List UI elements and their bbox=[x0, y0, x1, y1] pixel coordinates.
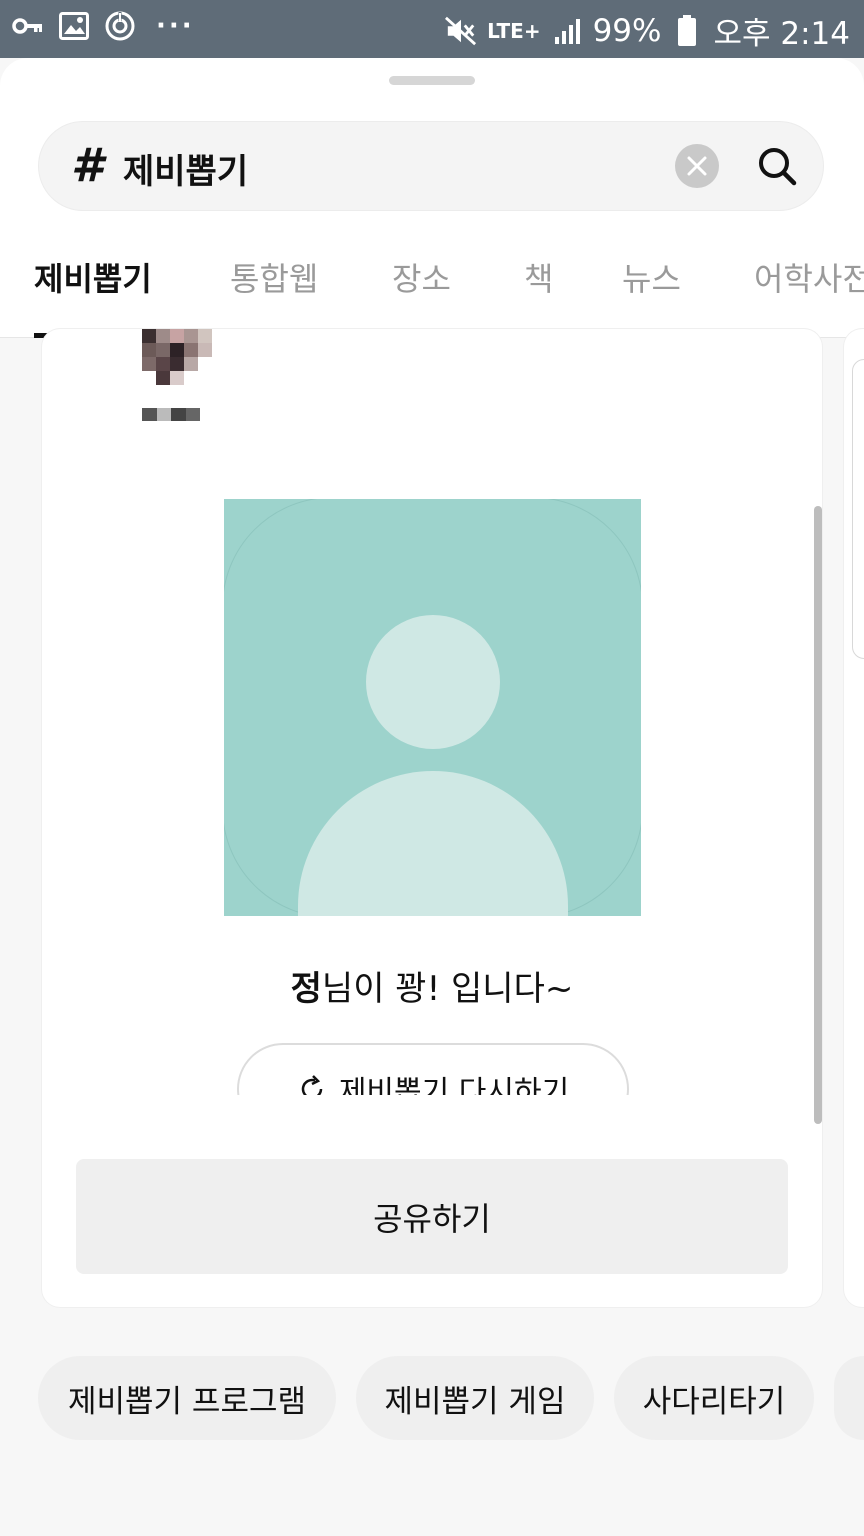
refresh-icon bbox=[301, 1075, 323, 1095]
sync-icon bbox=[104, 10, 136, 42]
drag-handle[interactable] bbox=[389, 76, 475, 85]
hashtag-icon: # bbox=[71, 138, 104, 192]
result-message: 정님이 꽝! 입니다~ bbox=[42, 961, 822, 1010]
tab-books[interactable]: 책 bbox=[524, 248, 553, 338]
result-name: 정 bbox=[290, 969, 322, 1009]
clock: 오후 2:14 bbox=[713, 16, 850, 52]
search-input[interactable]: 제비뽑기 bbox=[123, 144, 248, 193]
next-card-content bbox=[852, 359, 864, 659]
status-bar-left: ··· bbox=[12, 10, 195, 42]
mute-icon bbox=[445, 15, 477, 47]
search-button[interactable] bbox=[753, 142, 801, 190]
tab-dictionary[interactable]: 어학사전 bbox=[754, 248, 864, 338]
key-icon bbox=[12, 10, 44, 42]
result-suffix: 님이 꽝! 입니다~ bbox=[321, 969, 574, 1009]
person-head-icon bbox=[366, 615, 500, 749]
more-notifications-icon: ··· bbox=[156, 11, 195, 41]
related-searches: 제비뽑기 프로그램 제비뽑기 게임 사다리타기 bbox=[0, 1356, 864, 1440]
chip-next-peek[interactable] bbox=[834, 1356, 864, 1440]
share-label: 공유하기 bbox=[373, 1199, 491, 1238]
status-bar: ··· LTE+ 99% 오후 2:14 bbox=[0, 0, 864, 58]
chip-ladder-game[interactable]: 사다리타기 bbox=[614, 1356, 814, 1440]
tab-web[interactable]: 통합웹 bbox=[230, 248, 318, 338]
card-scrollbar[interactable] bbox=[814, 506, 822, 1124]
network-type: LTE+ bbox=[487, 18, 541, 43]
search-tabs: 제비뽑기 통합웹 장소 책 뉴스 어학사전 bbox=[0, 248, 864, 338]
result-area: 꽝! 정님이 꽝! 입니다~ 제비뽑기 다시하기 bbox=[42, 499, 822, 1095]
close-icon bbox=[687, 156, 707, 176]
search-icon bbox=[759, 148, 797, 186]
chip-lottery-program[interactable]: 제비뽑기 프로그램 bbox=[38, 1356, 336, 1440]
tab-lottery[interactable]: 제비뽑기 bbox=[34, 248, 162, 338]
status-bar-right: LTE+ 99% 오후 2:14 bbox=[445, 8, 850, 53]
tab-places[interactable]: 장소 bbox=[392, 248, 451, 338]
retry-label: 제비뽑기 다시하기 bbox=[338, 1075, 570, 1095]
tab-news[interactable]: 뉴스 bbox=[622, 248, 681, 338]
pixelated-profile-image bbox=[100, 329, 212, 385]
lottery-card: 꽝! 정님이 꽝! 입니다~ 제비뽑기 다시하기 공유하기 bbox=[42, 329, 822, 1307]
sheet-header: # 제비뽑기 제비뽑기 통합웹 장소 책 뉴스 어학사전 bbox=[0, 58, 864, 338]
pixelated-username bbox=[142, 408, 200, 421]
chip-lottery-game[interactable]: 제비뽑기 게임 bbox=[356, 1356, 594, 1440]
retry-lottery-button[interactable]: 제비뽑기 다시하기 bbox=[237, 1043, 629, 1095]
signal-icon bbox=[551, 15, 583, 47]
battery-percent: 99% bbox=[592, 12, 662, 49]
search-bar[interactable]: # 제비뽑기 bbox=[38, 121, 824, 211]
image-icon bbox=[58, 10, 90, 42]
battery-icon bbox=[671, 14, 703, 47]
share-button[interactable]: 공유하기 bbox=[76, 1159, 788, 1274]
next-card-peek[interactable] bbox=[844, 329, 864, 1307]
clear-search-button[interactable] bbox=[675, 144, 719, 188]
default-profile-avatar: 꽝! bbox=[224, 499, 641, 916]
